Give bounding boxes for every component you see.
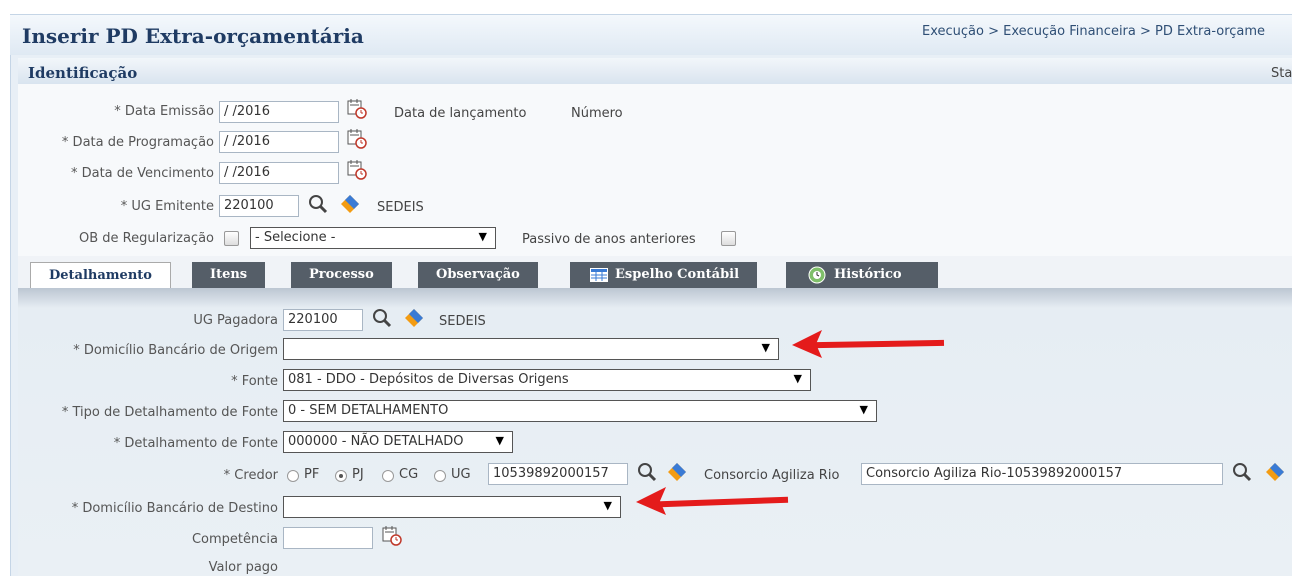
credor-name-input[interactable]: Consorcio Agiliza Rio-10539892000157 <box>861 463 1223 485</box>
credor-radio-cg[interactable] <box>382 470 394 482</box>
red-arrow-annotation <box>636 487 789 515</box>
data-lancamento-label: Data de lançamento <box>394 106 527 121</box>
det-fonte-select[interactable]: 000000 - NÃO DETALHADO ▼ <box>283 431 513 453</box>
ug-pagadora-label: UG Pagadora <box>193 313 278 328</box>
dom-destino-select[interactable]: ▼ <box>283 496 621 518</box>
status-label: Sta <box>1271 66 1292 81</box>
credor-radio-pj[interactable] <box>335 470 347 482</box>
page-title: Inserir PD Extra-orçamentária <box>22 24 364 48</box>
data-programacao-label: * Data de Programação <box>61 135 214 150</box>
ug-emitente-input[interactable]: 220100 <box>219 195 299 217</box>
credor-option-pj: PJ <box>352 467 364 482</box>
tipo-det-fonte-select[interactable]: 0 - SEM DETALHAMENTO ▼ <box>283 400 877 422</box>
calendar-icon[interactable] <box>346 159 368 181</box>
credor-option-pf: PF <box>304 467 320 482</box>
dom-origem-select[interactable]: ▼ <box>283 338 779 360</box>
eraser-icon[interactable] <box>339 193 361 215</box>
fonte-select[interactable]: 081 - DDO - Depósitos de Diversas Origen… <box>283 369 811 391</box>
ug-emitente-name: SEDEIS <box>377 200 424 215</box>
calendar-icon[interactable] <box>346 98 368 120</box>
calendar-icon[interactable] <box>381 525 403 547</box>
credor-name-label: Consorcio Agiliza Rio <box>704 468 840 483</box>
valor-pago-label: Valor pago <box>208 560 278 575</box>
fonte-select-value: 081 - DDO - Depósitos de Diversas Origen… <box>288 372 569 387</box>
search-icon[interactable] <box>307 193 329 215</box>
ug-pagadora-name: SEDEIS <box>439 314 486 329</box>
passivo-label: Passivo de anos anteriores <box>522 232 696 247</box>
ug-pagadora-input[interactable]: 220100 <box>283 309 363 331</box>
chevron-down-icon: ▼ <box>478 230 487 243</box>
tab-observacao[interactable]: Observação <box>418 262 538 288</box>
chevron-down-icon: ▼ <box>761 341 770 354</box>
competencia-label: Competência <box>191 532 278 547</box>
credor-radio-pf[interactable] <box>287 470 299 482</box>
calendar-icon[interactable] <box>346 128 368 150</box>
dom-destino-label: * Domicílio Bancário de Destino <box>71 501 278 516</box>
ob-regularizacao-checkbox[interactable] <box>224 231 239 246</box>
table-icon <box>590 268 608 282</box>
chevron-down-icon: ▼ <box>793 372 802 385</box>
tab-espelho-contabil-label: Espelho Contábil <box>615 267 740 282</box>
history-icon <box>808 266 826 284</box>
tab-itens[interactable]: Itens <box>192 262 266 288</box>
red-arrow-annotation <box>792 330 945 358</box>
dom-origem-label: * Domicílio Bancário de Origem <box>73 343 278 358</box>
search-icon[interactable] <box>636 461 658 483</box>
chevron-down-icon: ▼ <box>495 434 504 447</box>
search-icon[interactable] <box>371 307 393 329</box>
credor-option-ug: UG <box>451 467 471 482</box>
data-emissao-label: * Data Emissão <box>114 104 214 119</box>
passivo-checkbox[interactable] <box>721 231 736 246</box>
competencia-input[interactable] <box>283 527 373 549</box>
det-fonte-label: * Detalhamento de Fonte <box>113 436 278 451</box>
tab-processo[interactable]: Processo <box>291 262 392 288</box>
chevron-down-icon: ▼ <box>603 499 612 512</box>
tab-detalhamento[interactable]: Detalhamento <box>30 262 171 289</box>
numero-label: Número <box>571 106 623 121</box>
eraser-icon[interactable] <box>403 307 425 329</box>
data-vencimento-label: * Data de Vencimento <box>70 166 214 181</box>
credor-input[interactable]: 10539892000157 <box>488 463 628 485</box>
ob-regularizacao-select-value: - Selecione - <box>255 230 336 245</box>
chevron-down-icon: ▼ <box>859 403 868 416</box>
eraser-icon[interactable] <box>666 461 688 483</box>
credor-option-cg: CG <box>399 467 419 482</box>
data-programacao-input[interactable]: / /2016 <box>219 131 339 153</box>
top-bar <box>0 0 1292 14</box>
fonte-label: * Fonte <box>231 374 278 389</box>
ug-emitente-label: * UG Emitente <box>120 199 214 214</box>
data-vencimento-input[interactable]: / /2016 <box>219 162 339 184</box>
breadcrumb[interactable]: Execução > Execução Financeira > PD Extr… <box>922 24 1265 39</box>
credor-radio-ug[interactable] <box>434 470 446 482</box>
search-icon[interactable] <box>1231 461 1253 483</box>
identificacao-title: Identificação <box>28 64 138 82</box>
ob-regularizacao-select[interactable]: - Selecione - ▼ <box>250 227 496 249</box>
eraser-icon[interactable] <box>1264 461 1286 483</box>
tipo-det-fonte-label: * Tipo de Detalhamento de Fonte <box>61 405 278 420</box>
data-emissao-input[interactable]: / /2016 <box>219 101 339 123</box>
det-fonte-select-value: 000000 - NÃO DETALHADO <box>288 434 464 449</box>
tipo-det-fonte-select-value: 0 - SEM DETALHAMENTO <box>288 403 449 418</box>
ob-regularizacao-label: OB de Regularização <box>79 231 214 246</box>
tab-historico-label: Histórico <box>834 267 902 282</box>
credor-label: * Credor <box>223 468 278 483</box>
identificacao-header <box>18 58 1292 84</box>
